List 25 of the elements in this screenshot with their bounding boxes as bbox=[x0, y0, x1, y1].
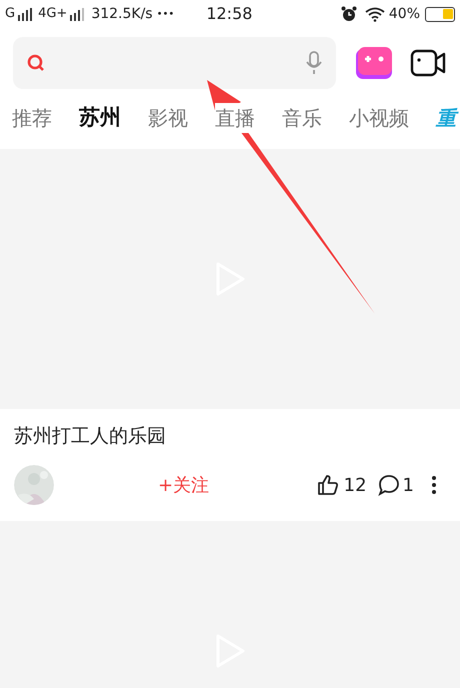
signal-icon bbox=[18, 8, 34, 20]
microphone-icon[interactable] bbox=[306, 51, 322, 75]
signal-icon bbox=[70, 8, 86, 20]
post-title[interactable]: 苏州打工人的乐园 bbox=[14, 423, 446, 449]
search-field[interactable] bbox=[13, 37, 336, 89]
video-camera-icon[interactable] bbox=[410, 49, 446, 77]
video-thumbnail[interactable] bbox=[0, 149, 460, 409]
thumbs-up-icon[interactable] bbox=[316, 473, 340, 497]
network-label: 4G+ bbox=[38, 5, 68, 24]
battery-percent: 40% bbox=[388, 4, 420, 24]
search-icon bbox=[27, 54, 45, 72]
like-count: 12 bbox=[344, 474, 367, 498]
more-icon[interactable] bbox=[432, 476, 436, 494]
clock: 12:58 bbox=[206, 3, 252, 25]
comment-count: 1 bbox=[402, 474, 414, 498]
alarm-icon bbox=[340, 6, 357, 22]
follow-button[interactable]: +关注 bbox=[158, 472, 210, 498]
category-tab[interactable]: 直播 bbox=[215, 103, 255, 133]
more-indicator: ••• bbox=[156, 8, 174, 22]
network-label: G bbox=[5, 5, 16, 24]
wifi-icon bbox=[364, 6, 385, 22]
game-controller-icon[interactable] bbox=[356, 47, 392, 79]
network-speed: 312.5K/s bbox=[91, 4, 153, 24]
battery-icon bbox=[425, 6, 455, 22]
comment-icon[interactable] bbox=[376, 473, 401, 497]
